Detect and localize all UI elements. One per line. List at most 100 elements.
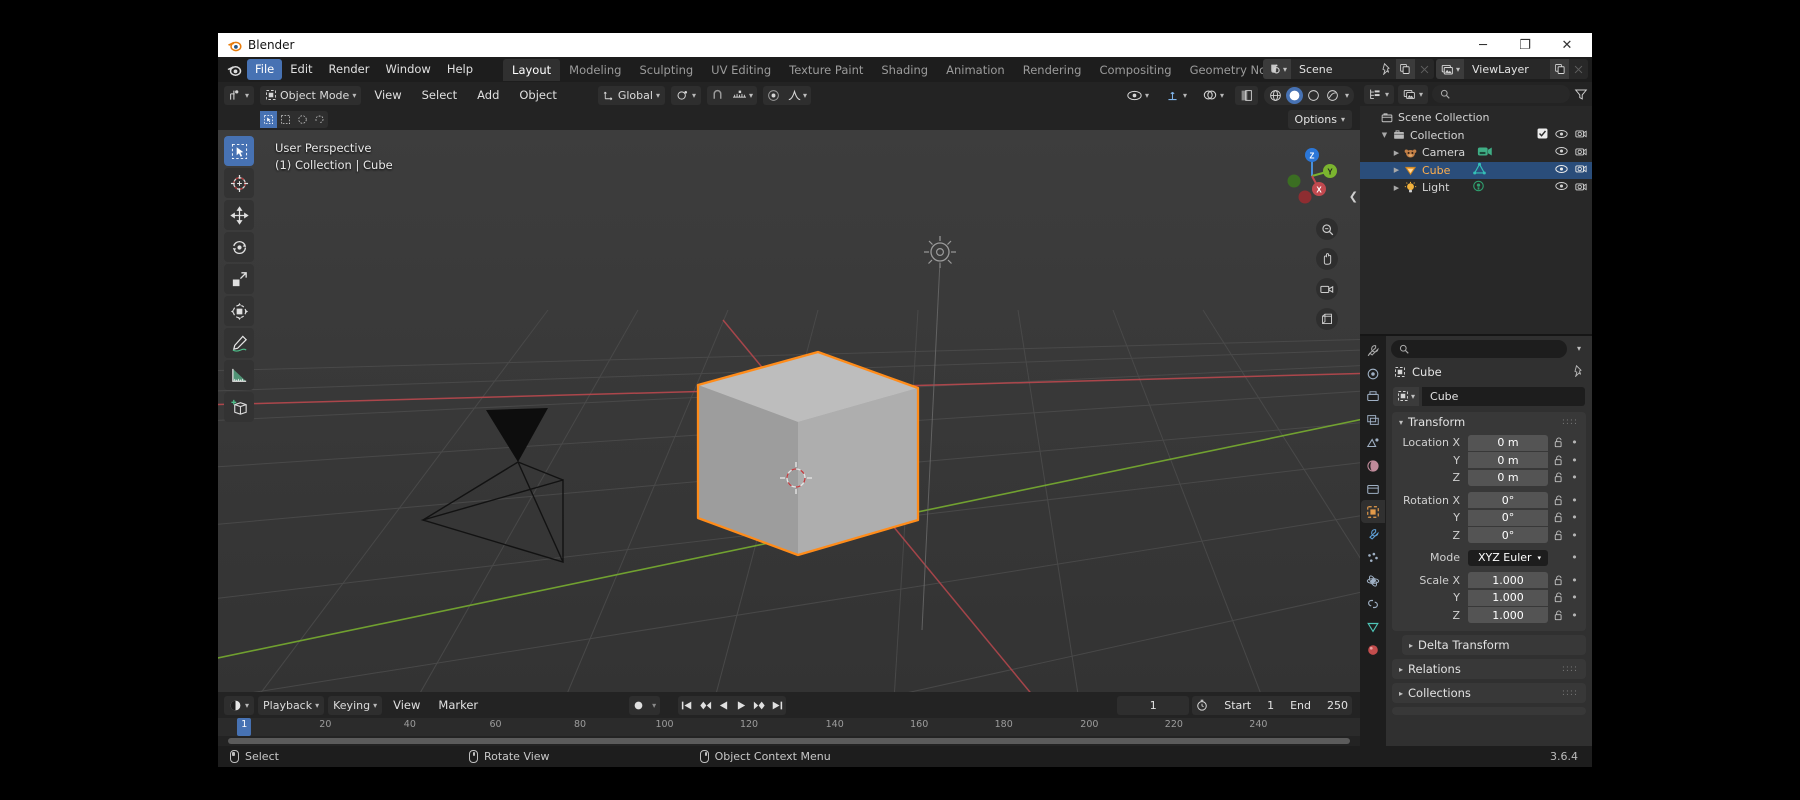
menu-window[interactable]: Window: [377, 59, 438, 80]
ortho-persp-icon[interactable]: [1316, 308, 1338, 330]
lock-icon[interactable]: [1552, 455, 1565, 466]
physics-tab[interactable]: [1361, 569, 1385, 592]
location-z-value[interactable]: 0 m: [1468, 469, 1548, 486]
workspace-tab-shading[interactable]: Shading: [872, 59, 937, 81]
mode-selector[interactable]: Object Mode ▾: [260, 85, 362, 105]
collections-panel[interactable]: ▸ Collections ::::: [1392, 683, 1586, 703]
timer-icon[interactable]: [1196, 699, 1208, 711]
viewport-menu-object[interactable]: Object: [512, 88, 563, 102]
overlays-icon[interactable]: ▾: [1198, 86, 1229, 105]
workspace-tab-layout[interactable]: Layout: [503, 58, 561, 81]
location-x-value[interactable]: 0 m: [1468, 434, 1548, 451]
play-icon[interactable]: [732, 696, 750, 715]
timeline-ruler[interactable]: 20 40 60 80 100 120 140 160 180 200 220 …: [218, 718, 1360, 736]
scene-name[interactable]: Scene: [1290, 59, 1377, 79]
world-tab[interactable]: [1361, 454, 1385, 477]
lock-icon[interactable]: [1552, 437, 1565, 448]
timeline-menu-marker[interactable]: Marker: [431, 698, 485, 712]
workspace-tab-compositing[interactable]: Compositing: [1090, 59, 1180, 81]
cursor-tool[interactable]: [224, 168, 254, 198]
scene-selector[interactable]: ▾ Scene: [1262, 59, 1434, 79]
tool-tab[interactable]: [1361, 339, 1385, 362]
falloff-curve-icon[interactable]: ▾: [784, 86, 811, 105]
modifiers-tab[interactable]: [1361, 523, 1385, 546]
eye-icon[interactable]: [1555, 181, 1568, 194]
magnet-icon[interactable]: [707, 86, 728, 105]
output-tab[interactable]: [1361, 385, 1385, 408]
pan-icon[interactable]: [1316, 248, 1338, 270]
viewport-options-button[interactable]: Options ▾: [1287, 109, 1352, 129]
maximize-button[interactable]: ❐: [1504, 33, 1546, 57]
scale-x-value[interactable]: 1.000: [1468, 572, 1548, 589]
outliner-display-mode-icon[interactable]: ▾: [1364, 84, 1395, 104]
shading-wireframe-icon[interactable]: [1267, 87, 1284, 104]
jump-to-next-keyframe-icon[interactable]: [750, 696, 768, 715]
animate-property-dot[interactable]: •: [1569, 436, 1580, 449]
expand-triangle[interactable]: ▶: [1390, 184, 1403, 192]
lock-icon[interactable]: [1552, 512, 1565, 523]
jump-to-end-icon[interactable]: [768, 696, 786, 715]
menu-edit[interactable]: Edit: [282, 59, 320, 80]
minimize-button[interactable]: ─: [1462, 33, 1504, 57]
expand-triangle[interactable]: ▼: [1378, 131, 1391, 139]
jump-to-start-icon[interactable]: [678, 696, 696, 715]
viewlayer-selector[interactable]: ▾ ViewLayer: [1435, 59, 1588, 79]
shading-solid-icon[interactable]: [1285, 86, 1303, 104]
scene-tab[interactable]: [1361, 431, 1385, 454]
pin-icon[interactable]: [1376, 59, 1396, 79]
move-tool[interactable]: [224, 200, 254, 230]
menu-file[interactable]: File: [247, 59, 283, 80]
zoom-icon[interactable]: [1316, 218, 1338, 240]
pivot-point-selector[interactable]: ▾: [670, 85, 701, 105]
expand-triangle[interactable]: ▶: [1390, 149, 1403, 157]
menu-help[interactable]: Help: [439, 59, 481, 80]
outliner-row-light[interactable]: ▶ Light: [1360, 179, 1592, 197]
camera-icon[interactable]: [1316, 278, 1338, 300]
timeline-scrollbar[interactable]: [218, 736, 1360, 746]
rotation-z-value[interactable]: 0°: [1468, 527, 1548, 544]
viewport-menu-select[interactable]: Select: [415, 88, 464, 102]
scene-browse-icon[interactable]: ▾: [1262, 59, 1291, 79]
play-reverse-icon[interactable]: [714, 696, 732, 715]
scale-z-value[interactable]: 1.000: [1468, 607, 1548, 624]
view-layer-tab[interactable]: [1361, 408, 1385, 431]
outliner-row-scene-collection[interactable]: Scene Collection: [1360, 109, 1592, 127]
object-browse-icon[interactable]: ▾: [1393, 386, 1420, 406]
xray-icon[interactable]: [1234, 85, 1258, 105]
timeline-menu-view[interactable]: View: [386, 698, 427, 712]
proportional-edit-icon[interactable]: [763, 86, 784, 105]
lock-icon[interactable]: [1552, 610, 1565, 621]
timeline-menu-keying[interactable]: Keying ▾: [328, 695, 383, 715]
viewlayer-name[interactable]: ViewLayer: [1464, 59, 1550, 79]
select-tweak-icon[interactable]: [260, 110, 277, 128]
new-scene-icon[interactable]: [1395, 59, 1415, 79]
camera-icon[interactable]: [1575, 128, 1587, 142]
camera-icon[interactable]: [1575, 163, 1587, 177]
data-tab[interactable]: [1361, 615, 1385, 638]
workspace-tab-animation[interactable]: Animation: [937, 59, 1014, 81]
animate-property-dot[interactable]: •: [1569, 591, 1580, 604]
animate-property-dot[interactable]: •: [1569, 494, 1580, 507]
record-icon[interactable]: [629, 696, 648, 715]
eye-icon[interactable]: [1555, 164, 1568, 177]
collection-tab[interactable]: [1361, 477, 1385, 500]
remove-viewlayer-icon[interactable]: [1569, 59, 1588, 79]
select-lasso-icon[interactable]: [311, 111, 328, 128]
lock-icon[interactable]: [1552, 575, 1565, 586]
next-panel-partial[interactable]: [1392, 707, 1586, 715]
new-viewlayer-icon[interactable]: [1550, 59, 1569, 79]
tweak-tool[interactable]: [224, 136, 254, 166]
light-data-icon[interactable]: [1471, 179, 1486, 196]
eye-icon[interactable]: ▾: [1122, 86, 1154, 105]
end-frame-value[interactable]: 250: [1327, 699, 1348, 712]
rotate-tool[interactable]: [224, 232, 254, 262]
camera-icon[interactable]: [1575, 181, 1587, 195]
eye-icon[interactable]: [1555, 129, 1568, 142]
expand-triangle[interactable]: ▶: [1390, 166, 1403, 174]
jump-to-prev-keyframe-icon[interactable]: [696, 696, 714, 715]
3d-viewport[interactable]: User Perspective (1) Collection | Cube Z…: [218, 130, 1360, 692]
camera-icon[interactable]: [1575, 146, 1587, 160]
viewlayer-browse-icon[interactable]: ▾: [1435, 59, 1464, 79]
eye-icon[interactable]: [1555, 146, 1568, 159]
shading-rendered-icon[interactable]: [1324, 87, 1341, 104]
